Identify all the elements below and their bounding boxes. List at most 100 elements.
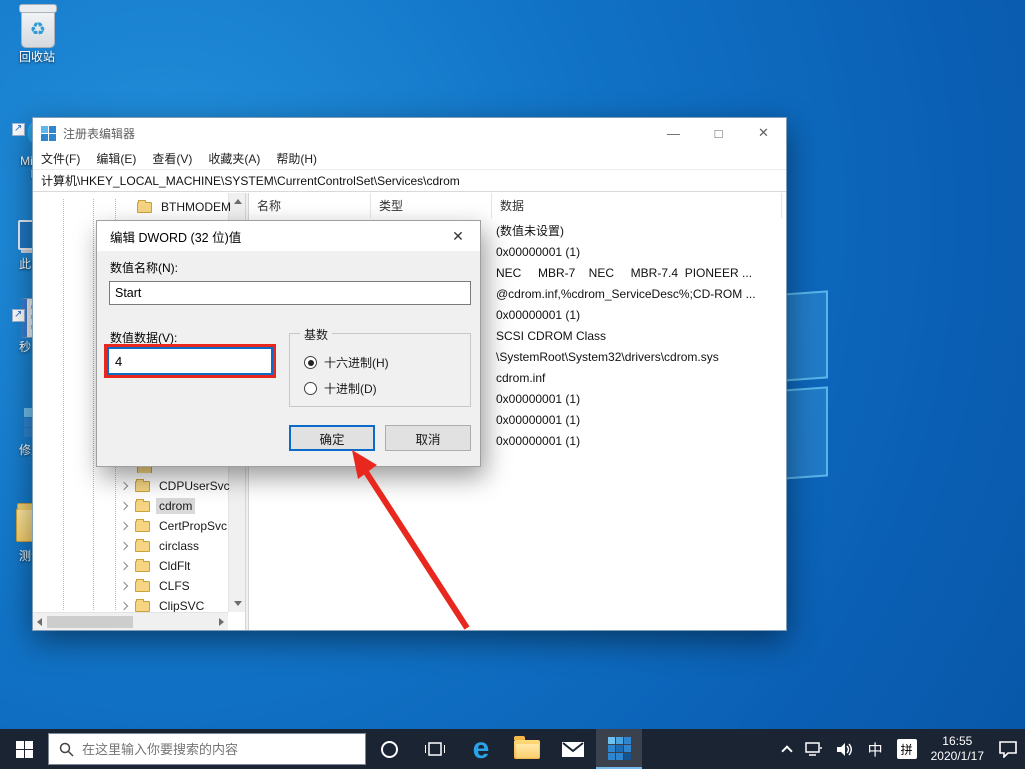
task-view-icon xyxy=(425,741,445,757)
value-row-data[interactable]: 0x00000001 (1) xyxy=(496,304,782,325)
folder-icon xyxy=(514,740,540,759)
tree-key-label: circlass xyxy=(156,538,202,554)
recycle-bin-icon: ♻ xyxy=(21,8,55,48)
edge-taskbar-button[interactable]: e xyxy=(458,729,504,769)
minimize-button[interactable]: — xyxy=(651,118,696,148)
radio-label: 十六进制(H) xyxy=(324,354,389,371)
tree-horizontal-scrollbar[interactable] xyxy=(33,612,228,630)
mail-button[interactable] xyxy=(550,729,596,769)
dialog-titlebar[interactable]: 编辑 DWORD (32 位)值 xyxy=(97,221,480,251)
expand-chevron-icon[interactable] xyxy=(120,562,128,570)
scroll-right-icon[interactable] xyxy=(219,618,224,626)
value-row-data[interactable]: @cdrom.inf,%cdrom_ServiceDesc%;CD-ROM ..… xyxy=(496,283,782,304)
key-folder-icon xyxy=(135,481,150,492)
value-row-data[interactable]: 0x00000001 (1) xyxy=(496,388,782,409)
tree-key-circlass[interactable]: circlass xyxy=(121,536,202,556)
network-icon xyxy=(805,742,823,757)
menu-item-0[interactable]: 文件(F) xyxy=(41,150,80,167)
menu-item-2[interactable]: 查看(V) xyxy=(152,150,192,167)
menu-bar: 文件(F) 编辑(E) 查看(V) 收藏夹(A) 帮助(H) xyxy=(33,148,786,170)
ime-mode-button[interactable]: 拼 xyxy=(890,729,924,769)
menu-item-3[interactable]: 收藏夹(A) xyxy=(208,150,260,167)
radio-icon xyxy=(304,382,317,395)
base-group: 基数 十六进制(H) 十进制(D) xyxy=(289,333,471,407)
ok-button[interactable]: 确定 xyxy=(289,425,375,451)
address-bar[interactable]: 计算机\HKEY_LOCAL_MACHINE\SYSTEM\CurrentCon… xyxy=(33,170,786,192)
network-button[interactable] xyxy=(798,729,830,769)
chevron-up-icon xyxy=(781,745,792,756)
column-header-2[interactable]: 数据 xyxy=(492,193,782,218)
scroll-down-icon[interactable] xyxy=(234,601,242,606)
expand-chevron-icon[interactable] xyxy=(120,602,128,610)
key-folder-icon xyxy=(135,601,150,612)
radio-decimal[interactable]: 十进制(D) xyxy=(304,380,377,397)
value-name-input[interactable] xyxy=(109,281,471,305)
system-tray: 中 拼 16:552020/1/17 xyxy=(776,729,1025,769)
search-input[interactable] xyxy=(82,742,342,757)
expand-chevron-icon[interactable] xyxy=(120,522,128,530)
regedit-titlebar[interactable]: 注册表编辑器 — □ ✕ xyxy=(33,118,786,148)
scroll-left-icon[interactable] xyxy=(37,618,42,626)
tree-key-CertPropSvc[interactable]: CertPropSvc xyxy=(121,516,230,536)
task-view-button[interactable] xyxy=(412,729,458,769)
expand-chevron-icon[interactable] xyxy=(120,502,128,510)
column-header-1[interactable]: 类型 xyxy=(371,193,492,218)
dialog-close-button[interactable]: ✕ xyxy=(436,221,480,251)
column-header-0[interactable]: 名称 xyxy=(249,193,371,218)
base-group-label: 基数 xyxy=(300,326,332,343)
radio-hexadecimal[interactable]: 十六进制(H) xyxy=(304,354,389,371)
key-folder-icon xyxy=(135,541,150,552)
value-name-label: 数值名称(N): xyxy=(110,259,178,276)
action-center-icon xyxy=(998,741,1018,758)
shortcut-arrow-icon xyxy=(12,123,25,136)
desktop-icon-recycle-bin[interactable]: ♻ 回收站 xyxy=(6,8,70,48)
tree-key-cdrom[interactable]: cdrom xyxy=(121,496,195,516)
value-row-data[interactable]: SCSI CDROM Class xyxy=(496,325,782,346)
dialog-title: 编辑 DWORD (32 位)值 xyxy=(110,227,241,246)
start-button[interactable] xyxy=(0,729,48,769)
ime-language-button[interactable]: 中 xyxy=(861,729,890,769)
volume-button[interactable] xyxy=(830,729,861,769)
value-row-data[interactable]: 0x00000001 (1) xyxy=(496,409,782,430)
value-row-data[interactable]: 0x00000001 (1) xyxy=(496,241,782,262)
value-data-input[interactable] xyxy=(107,347,273,375)
tree-key-CLFS[interactable]: CLFS xyxy=(121,576,193,596)
edge-icon: e xyxy=(473,735,490,763)
red-annotation-box xyxy=(104,344,276,378)
tree-key-BTHMODEM[interactable]: BTHMODEM xyxy=(137,197,234,217)
wallpaper-logo-pane-bottom xyxy=(782,386,828,479)
tree-key-label: CLFS xyxy=(156,578,193,594)
value-row-data[interactable]: \SystemRoot\System32\drivers\cdrom.sys xyxy=(496,346,782,367)
value-row-data[interactable]: cdrom.inf xyxy=(496,367,782,388)
scrollbar-thumb[interactable] xyxy=(47,616,133,628)
tree-key-label: BTHMODEM xyxy=(158,199,234,215)
regedit-icon xyxy=(608,737,631,760)
icon-label: 秒 xyxy=(19,341,31,354)
action-center-button[interactable] xyxy=(991,729,1025,769)
tree-key-CDPUserSvc[interactable]: CDPUserSvc xyxy=(121,476,233,496)
maximize-button[interactable]: □ xyxy=(696,118,741,148)
cancel-button[interactable]: 取消 xyxy=(385,425,471,451)
taskbar-search[interactable] xyxy=(48,733,366,765)
close-button[interactable]: ✕ xyxy=(741,118,786,148)
regedit-app-icon xyxy=(41,126,56,141)
value-row-data[interactable]: 0x00000001 (1) xyxy=(496,430,782,451)
tree-key-CldFlt[interactable]: CldFlt xyxy=(121,556,193,576)
file-explorer-button[interactable] xyxy=(504,729,550,769)
cortana-button[interactable] xyxy=(366,729,412,769)
menu-item-1[interactable]: 编辑(E) xyxy=(96,150,136,167)
expand-chevron-icon[interactable] xyxy=(120,542,128,550)
regedit-taskbar-button[interactable] xyxy=(596,729,642,769)
taskbar: e 中 拼 16:552020/1/17 xyxy=(0,729,1025,769)
cortana-icon xyxy=(381,741,398,758)
menu-item-4[interactable]: 帮助(H) xyxy=(276,150,317,167)
expand-chevron-icon[interactable] xyxy=(120,482,128,490)
key-folder-icon xyxy=(135,561,150,572)
expand-chevron-icon[interactable] xyxy=(120,582,128,590)
clock[interactable]: 16:552020/1/17 xyxy=(924,729,991,769)
scroll-up-icon[interactable] xyxy=(234,199,242,204)
value-row-data[interactable]: NEC MBR-7 NEC MBR-7.4 PIONEER ... xyxy=(496,262,782,283)
value-row-data[interactable]: (数值未设置) xyxy=(496,220,782,241)
tray-expand-button[interactable] xyxy=(776,729,798,769)
icon-label: 回收站 xyxy=(19,51,55,64)
